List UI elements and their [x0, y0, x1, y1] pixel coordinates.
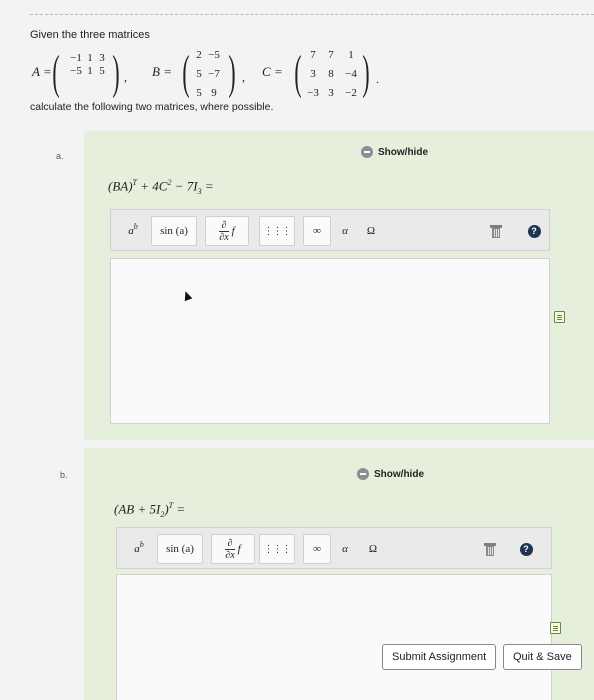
matrix-c-cell: 1 [348, 49, 354, 61]
matrix-c-cell: 7 [328, 49, 334, 61]
deriv-denominator: ∂x [219, 230, 229, 243]
expr-term: (BA) [108, 178, 133, 194]
part-a-expression: (BA)T + 4C2 − 7I3 = [108, 178, 214, 196]
trash-button[interactable] [481, 534, 499, 564]
matrix-a: −1 1 3 −5 1 5 [68, 52, 108, 78]
infinity-button[interactable]: ∞ [303, 534, 331, 564]
part-a-math-toolbar: ab sin (a) ∂ ∂x f ⋮⋮⋮ ∞ α Ω ? [110, 209, 550, 251]
alpha-button[interactable]: α [335, 216, 355, 246]
part-a-notes-icon[interactable] [554, 311, 565, 323]
sin-button[interactable]: sin (a) [157, 534, 203, 564]
matrix-b-cell: 5 [196, 68, 202, 80]
matrix-c-cell: 3 [328, 87, 334, 99]
show-hide-label: Show/hide [374, 468, 424, 480]
top-divider [30, 14, 594, 15]
matrix-c-open-paren: ( [294, 46, 302, 99]
matrix-a-cell: 1 [87, 52, 93, 64]
matrix-c-cell: −4 [345, 68, 357, 80]
trash-icon [484, 542, 496, 556]
alpha-button[interactable]: α [335, 534, 355, 564]
part-b-answer-input[interactable] [116, 574, 552, 700]
matrix-b-label: B = [152, 64, 172, 79]
help-icon: ? [519, 542, 533, 556]
matrix-c-label: C = [262, 64, 283, 79]
matrix-c-close-paren: ) [362, 46, 370, 99]
omega-button[interactable]: Ω [361, 216, 381, 246]
expr-equals: = [173, 501, 186, 517]
matrix-a-cell: 1 [87, 65, 93, 77]
part-b-math-toolbar: ab sin (a) ∂ ∂x f ⋮⋮⋮ ∞ α Ω ? [116, 527, 552, 569]
matrix-button[interactable]: ⋮⋮⋮ [259, 534, 295, 564]
matrices-definition: A = ( −1 1 3 −5 1 5 ) , B = ( 2 −5 5 −7 … [28, 46, 448, 104]
matrix-c-cell: 3 [310, 68, 316, 80]
matrix-a-open-paren: ( [52, 46, 60, 99]
matrix-b-close-paren: ) [228, 46, 236, 99]
deriv-denominator: ∂x [225, 548, 235, 561]
matrix-a-label: A = [32, 64, 52, 79]
matrix-b-cell: 2 [196, 49, 202, 61]
infinity-button[interactable]: ∞ [303, 216, 331, 246]
power-button[interactable]: ab [123, 534, 155, 564]
matrix-b-cell: −7 [208, 68, 220, 80]
expr-term: − 7I [171, 178, 198, 194]
deriv-numerator: ∂ [227, 537, 233, 549]
help-button[interactable]: ? [517, 534, 535, 564]
matrix-c-cell: −3 [307, 87, 319, 99]
power-exponent: b [139, 540, 144, 549]
part-a-answer-input[interactable] [110, 258, 550, 424]
part-a-label: a. [56, 151, 64, 161]
matrix-c-cell: 7 [310, 49, 316, 61]
part-b-expression: (AB + 5I2)T = [114, 501, 185, 519]
expr-equals: = [201, 178, 214, 194]
minus-circle-icon [361, 146, 373, 158]
matrix-button[interactable]: ⋮⋮⋮ [259, 216, 295, 246]
part-b-notes-icon[interactable] [550, 622, 561, 634]
sin-button[interactable]: sin (a) [151, 216, 197, 246]
deriv-function: f [231, 225, 235, 237]
submit-assignment-button[interactable]: Submit Assignment [382, 644, 497, 670]
show-hide-label: Show/hide [378, 146, 428, 158]
matrix-b-cell: −5 [208, 49, 220, 61]
matrix-c-cell: 8 [328, 68, 334, 80]
part-b-label: b. [60, 470, 68, 480]
matrix-a-cell: 5 [99, 65, 105, 77]
matrix-a-close-paren: ) [112, 46, 120, 99]
partial-derivative-button[interactable]: ∂ ∂x f [211, 534, 255, 564]
instruction-text: calculate the following two matrices, wh… [30, 101, 274, 113]
help-icon: ? [527, 224, 541, 238]
matrix-c-cell: −2 [345, 87, 357, 99]
comma: , [242, 70, 245, 84]
power-button[interactable]: ab [117, 216, 149, 246]
intro-text: Given the three matrices [30, 29, 150, 41]
quit-and-save-button[interactable]: Quit & Save [503, 644, 582, 670]
power-exponent: b [133, 222, 138, 231]
period: . [376, 72, 379, 86]
trash-icon [490, 224, 502, 238]
deriv-numerator: ∂ [221, 219, 227, 231]
expr-term: (AB + 5I [114, 501, 161, 517]
matrix-c: 7 7 1 3 8 −4 −3 3 −2 [304, 46, 362, 103]
matrix-a-cell: −5 [70, 65, 82, 77]
help-button[interactable]: ? [525, 216, 543, 246]
part-a-show-hide-button[interactable]: Show/hide [361, 146, 428, 158]
minus-circle-icon [357, 468, 369, 480]
omega-button[interactable]: Ω [363, 534, 383, 564]
deriv-function: f [237, 543, 241, 555]
comma: , [124, 70, 127, 84]
matrix-a-cell: −1 [70, 52, 82, 64]
trash-button[interactable] [487, 216, 505, 246]
expr-term: + 4C [137, 178, 168, 194]
matrix-b: 2 −5 5 −7 5 9 [192, 46, 222, 103]
part-b-show-hide-button[interactable]: Show/hide [357, 468, 424, 480]
matrix-b-open-paren: ( [182, 46, 190, 99]
matrix-a-cell: 3 [99, 52, 105, 64]
partial-derivative-button[interactable]: ∂ ∂x f [205, 216, 249, 246]
